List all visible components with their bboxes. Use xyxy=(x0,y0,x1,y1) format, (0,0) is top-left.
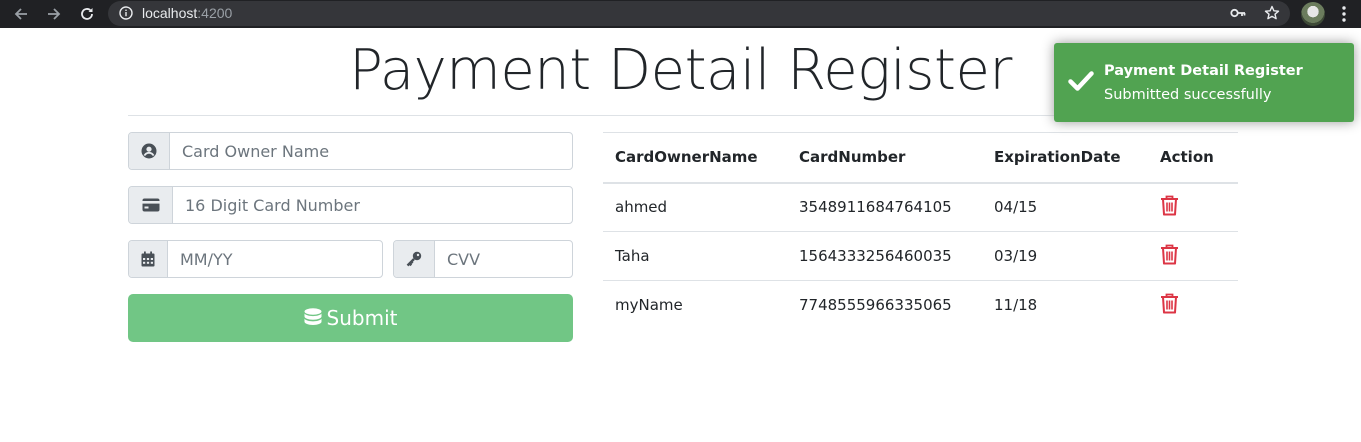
card-number-addon xyxy=(129,187,173,223)
owner-name-input[interactable] xyxy=(170,133,572,169)
star-icon[interactable] xyxy=(1264,5,1280,21)
trash-icon xyxy=(1161,195,1178,216)
header-card-owner-name: CardOwnerName xyxy=(603,132,787,184)
more-menu-icon[interactable] xyxy=(1337,4,1351,24)
cell-number[interactable]: 3548911684764105 xyxy=(787,183,982,232)
cell-expiration[interactable]: 11/18 xyxy=(982,280,1148,330)
cell-expiration[interactable]: 03/19 xyxy=(982,231,1148,281)
url-port: :4200 xyxy=(197,5,233,21)
address-bar[interactable]: localhost:4200 xyxy=(108,1,1290,26)
owner-name-addon xyxy=(129,133,170,169)
cell-action xyxy=(1148,280,1238,330)
submit-label: Submit xyxy=(326,306,398,330)
cell-owner[interactable]: Taha xyxy=(603,231,787,281)
back-button[interactable] xyxy=(10,3,32,25)
delete-button[interactable] xyxy=(1160,195,1179,220)
url-host: localhost xyxy=(142,5,198,21)
table-row[interactable]: Taha 1564333256460035 03/19 xyxy=(603,231,1238,281)
cell-owner[interactable]: ahmed xyxy=(603,183,787,232)
cell-action xyxy=(1148,231,1238,281)
cvv-group xyxy=(393,240,573,278)
expiration-addon xyxy=(129,241,168,277)
back-arrow-icon xyxy=(14,8,27,20)
header-card-number: CardNumber xyxy=(787,132,982,184)
success-toast[interactable]: Payment Detail Register Submitted succes… xyxy=(1054,43,1354,122)
url-text[interactable]: localhost:4200 xyxy=(142,6,232,21)
reload-button[interactable] xyxy=(76,3,98,25)
table-header-row: CardOwnerName CardNumber ExpirationDate … xyxy=(603,132,1238,184)
cvv-addon xyxy=(394,241,435,277)
checkmark-icon xyxy=(1068,71,1094,91)
trash-icon xyxy=(1161,293,1178,314)
trash-icon xyxy=(1161,244,1178,264)
calendar-icon xyxy=(141,251,155,267)
database-icon xyxy=(304,308,322,325)
forward-button[interactable] xyxy=(43,3,65,25)
user-circle-icon xyxy=(141,143,157,159)
toast-message: Submitted successfully xyxy=(1104,87,1272,103)
key-icon[interactable] xyxy=(1230,6,1246,20)
delete-button[interactable] xyxy=(1160,244,1179,269)
payment-table: CardOwnerName CardNumber ExpirationDate … xyxy=(603,132,1238,330)
toast-title: Payment Detail Register xyxy=(1104,63,1303,79)
submit-button[interactable]: Submit xyxy=(128,294,573,342)
cell-action xyxy=(1148,183,1238,232)
cvv-input[interactable] xyxy=(435,241,572,277)
key-icon xyxy=(406,251,422,267)
profile-avatar[interactable] xyxy=(1301,2,1325,26)
expiration-input[interactable] xyxy=(168,241,382,277)
cell-owner[interactable]: myName xyxy=(603,280,787,330)
cell-number[interactable]: 1564333256460035 xyxy=(787,231,982,281)
cell-number[interactable]: 7748555966335065 xyxy=(787,280,982,330)
browser-toolbar: localhost:4200 xyxy=(0,0,1361,28)
card-number-input[interactable] xyxy=(173,187,572,223)
reload-icon xyxy=(81,8,93,20)
header-action: Action xyxy=(1148,132,1238,184)
owner-name-group xyxy=(128,132,573,170)
forward-arrow-icon xyxy=(48,8,61,20)
expiration-group xyxy=(128,240,383,278)
header-expiration-date: ExpirationDate xyxy=(982,132,1148,184)
card-number-group xyxy=(128,186,573,224)
delete-button[interactable] xyxy=(1160,293,1179,318)
table-row[interactable]: ahmed 3548911684764105 04/15 xyxy=(603,183,1238,232)
table-row[interactable]: myName 7748555966335065 11/18 xyxy=(603,280,1238,330)
cell-expiration[interactable]: 04/15 xyxy=(982,183,1148,232)
credit-card-icon xyxy=(142,198,159,212)
info-icon[interactable] xyxy=(119,6,133,20)
